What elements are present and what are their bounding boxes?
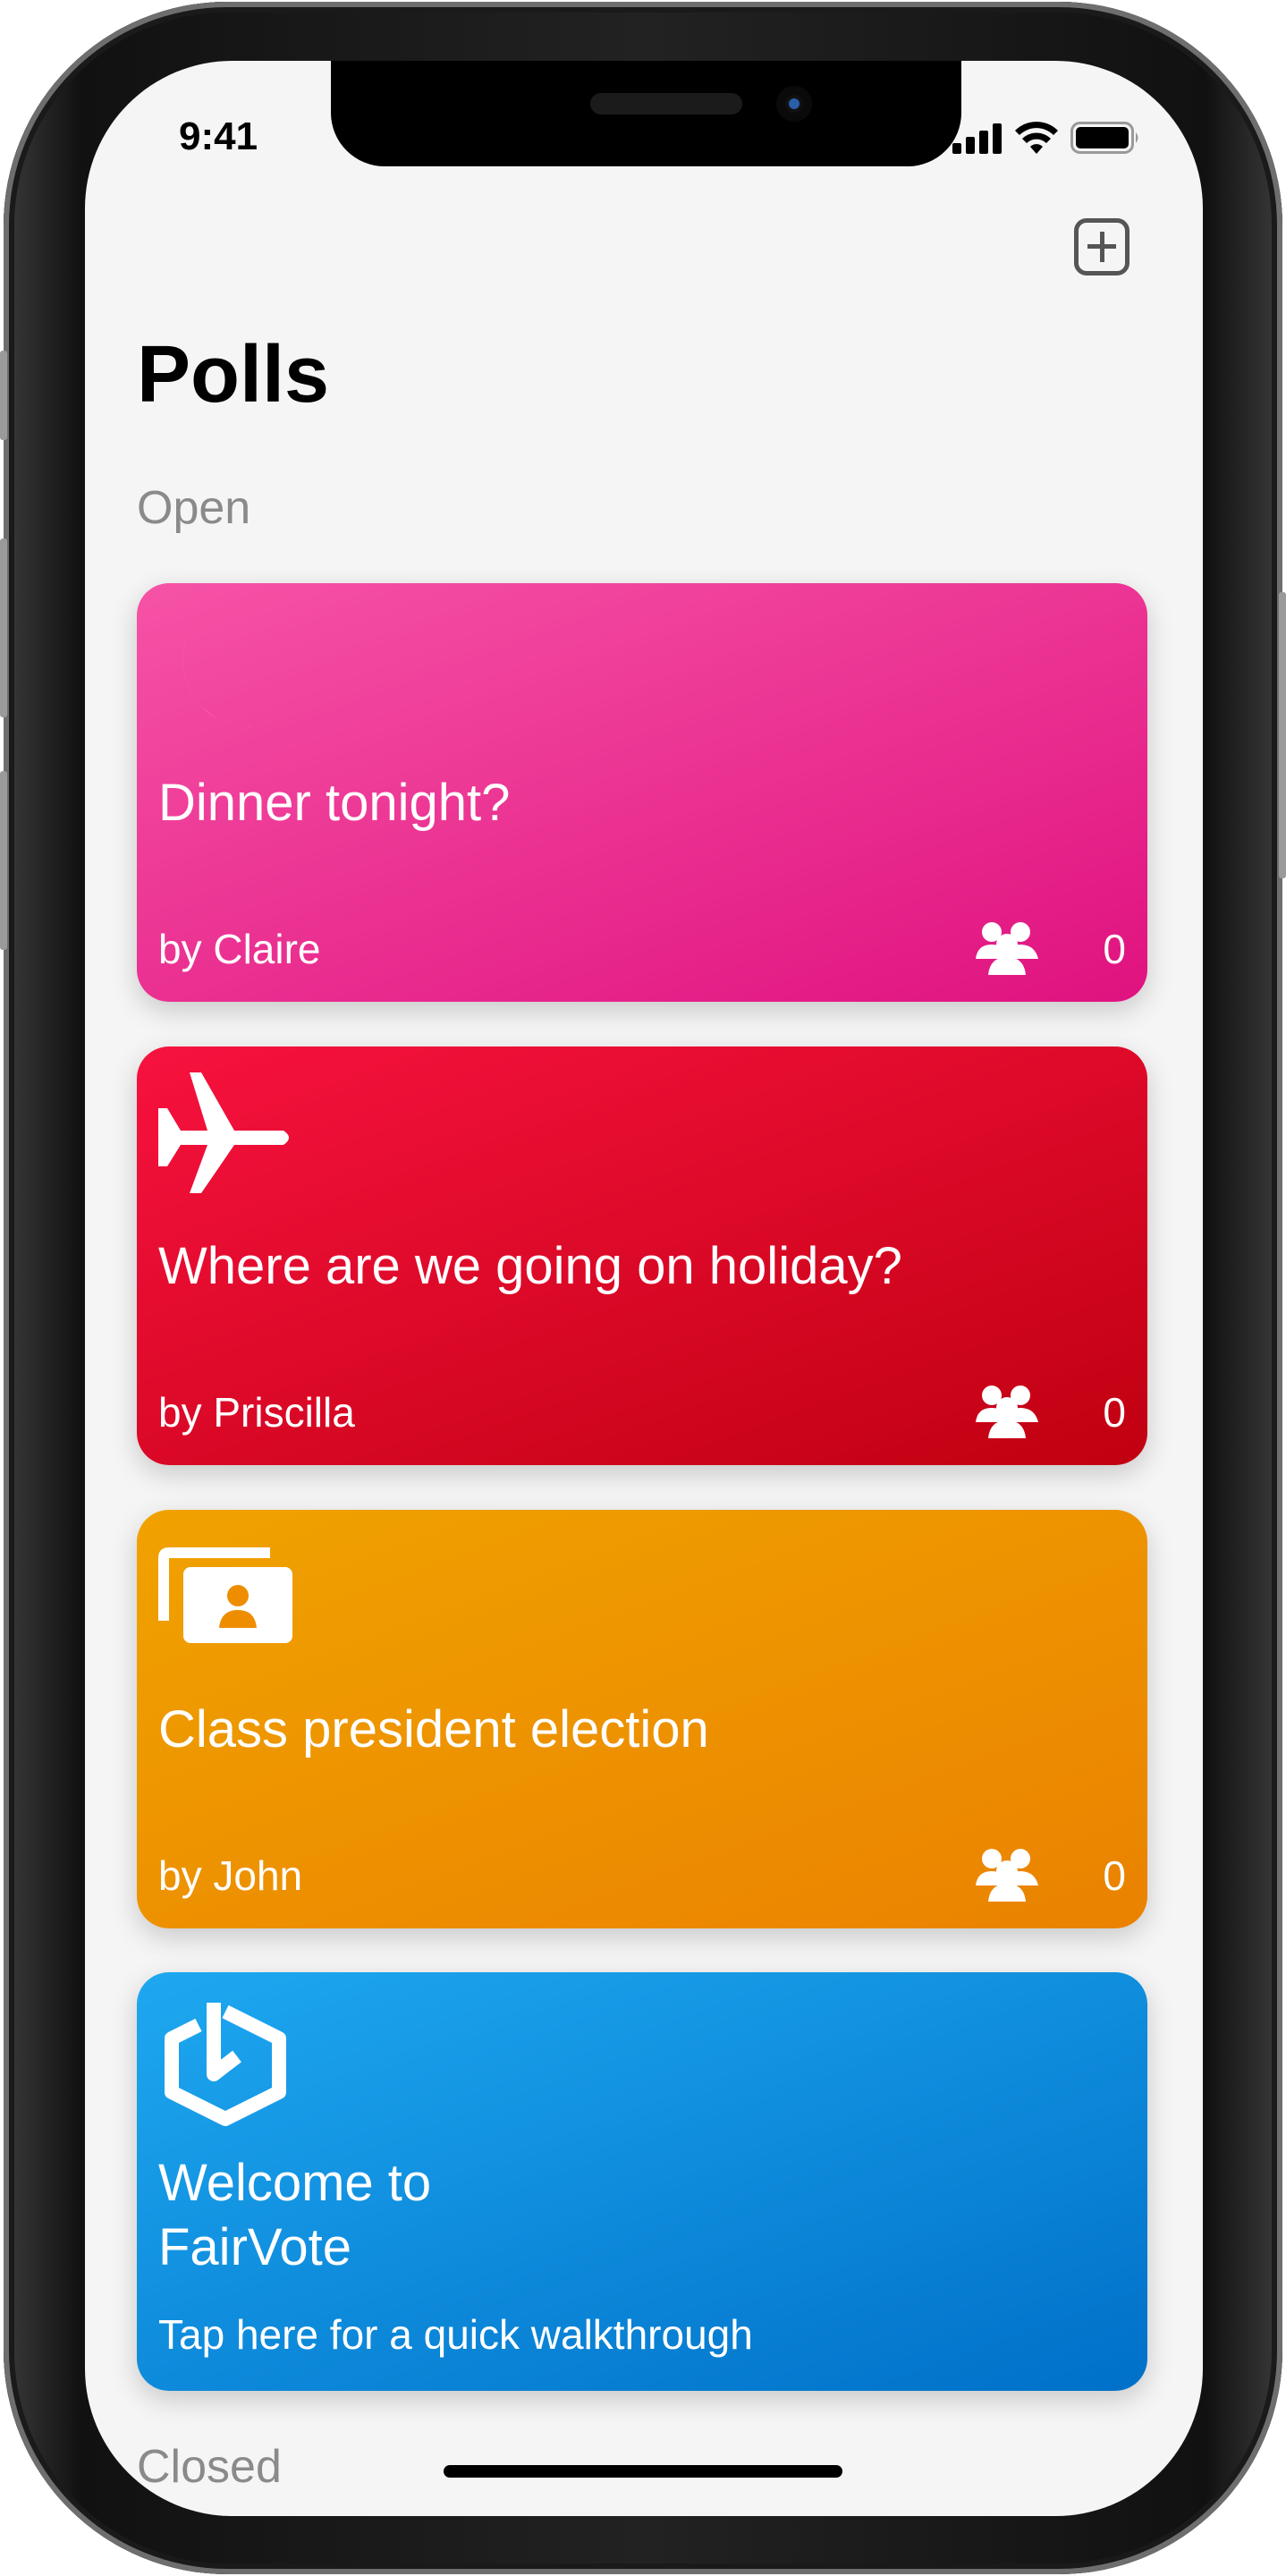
poll-title: Where are we going on holiday? bbox=[158, 1237, 902, 1295]
poll-card[interactable]: Dinner tonight? by Claire 0 bbox=[137, 583, 1147, 1002]
battery-icon bbox=[1070, 122, 1138, 154]
notch bbox=[331, 61, 961, 166]
poll-author: by Claire bbox=[158, 926, 321, 972]
mute-switch bbox=[0, 351, 7, 440]
volume-down-button bbox=[0, 771, 7, 950]
section-open-label: Open bbox=[137, 482, 251, 534]
poll-title: Dinner tonight? bbox=[158, 774, 511, 832]
fairvote-logo-icon bbox=[165, 2003, 286, 2126]
welcome-title-line1: Welcome to bbox=[158, 2154, 432, 2212]
side-button bbox=[1279, 592, 1286, 878]
speaker bbox=[590, 93, 742, 114]
welcome-title-line2: FairVote bbox=[158, 2218, 351, 2276]
wifi-icon bbox=[1015, 122, 1058, 154]
participants-icon bbox=[976, 1849, 1038, 1902]
participant-count: 0 bbox=[1103, 1389, 1126, 1436]
participant-count: 0 bbox=[1103, 926, 1126, 972]
screen: 9:41 Polls Open Dinner tonight? by Clair… bbox=[85, 61, 1203, 2516]
poll-author: by Priscilla bbox=[158, 1389, 355, 1436]
status-icons bbox=[952, 122, 1140, 154]
welcome-card[interactable]: Welcome to FairVote Tap here for a quick … bbox=[137, 1972, 1147, 2391]
ballot-cards-icon bbox=[158, 1547, 292, 1643]
participants-icon bbox=[976, 1385, 1038, 1438]
section-closed-label: Closed bbox=[137, 2441, 282, 2493]
page-title: Polls bbox=[137, 330, 330, 419]
poll-card[interactable]: Class president election by John 0 bbox=[137, 1510, 1147, 1928]
participants-icon bbox=[976, 922, 1038, 975]
airplane-icon bbox=[158, 1072, 289, 1193]
add-poll-button[interactable] bbox=[1074, 218, 1129, 275]
poll-card[interactable]: Where are we going on holiday? by Prisci… bbox=[137, 1046, 1147, 1465]
status-time: 9:41 bbox=[179, 114, 258, 158]
home-indicator[interactable] bbox=[444, 2465, 842, 2478]
volume-up-button bbox=[0, 538, 7, 717]
poll-author: by John bbox=[158, 1852, 303, 1899]
camera bbox=[776, 86, 812, 122]
welcome-subtitle: Tap here for a quick walkthrough bbox=[158, 2311, 753, 2358]
poll-title: Class president election bbox=[158, 1700, 709, 1758]
signal-icon bbox=[952, 123, 1002, 154]
participant-count: 0 bbox=[1103, 1852, 1126, 1899]
moon-icon bbox=[182, 609, 291, 727]
welcome-title: Welcome to FairVote bbox=[158, 2151, 431, 2280]
